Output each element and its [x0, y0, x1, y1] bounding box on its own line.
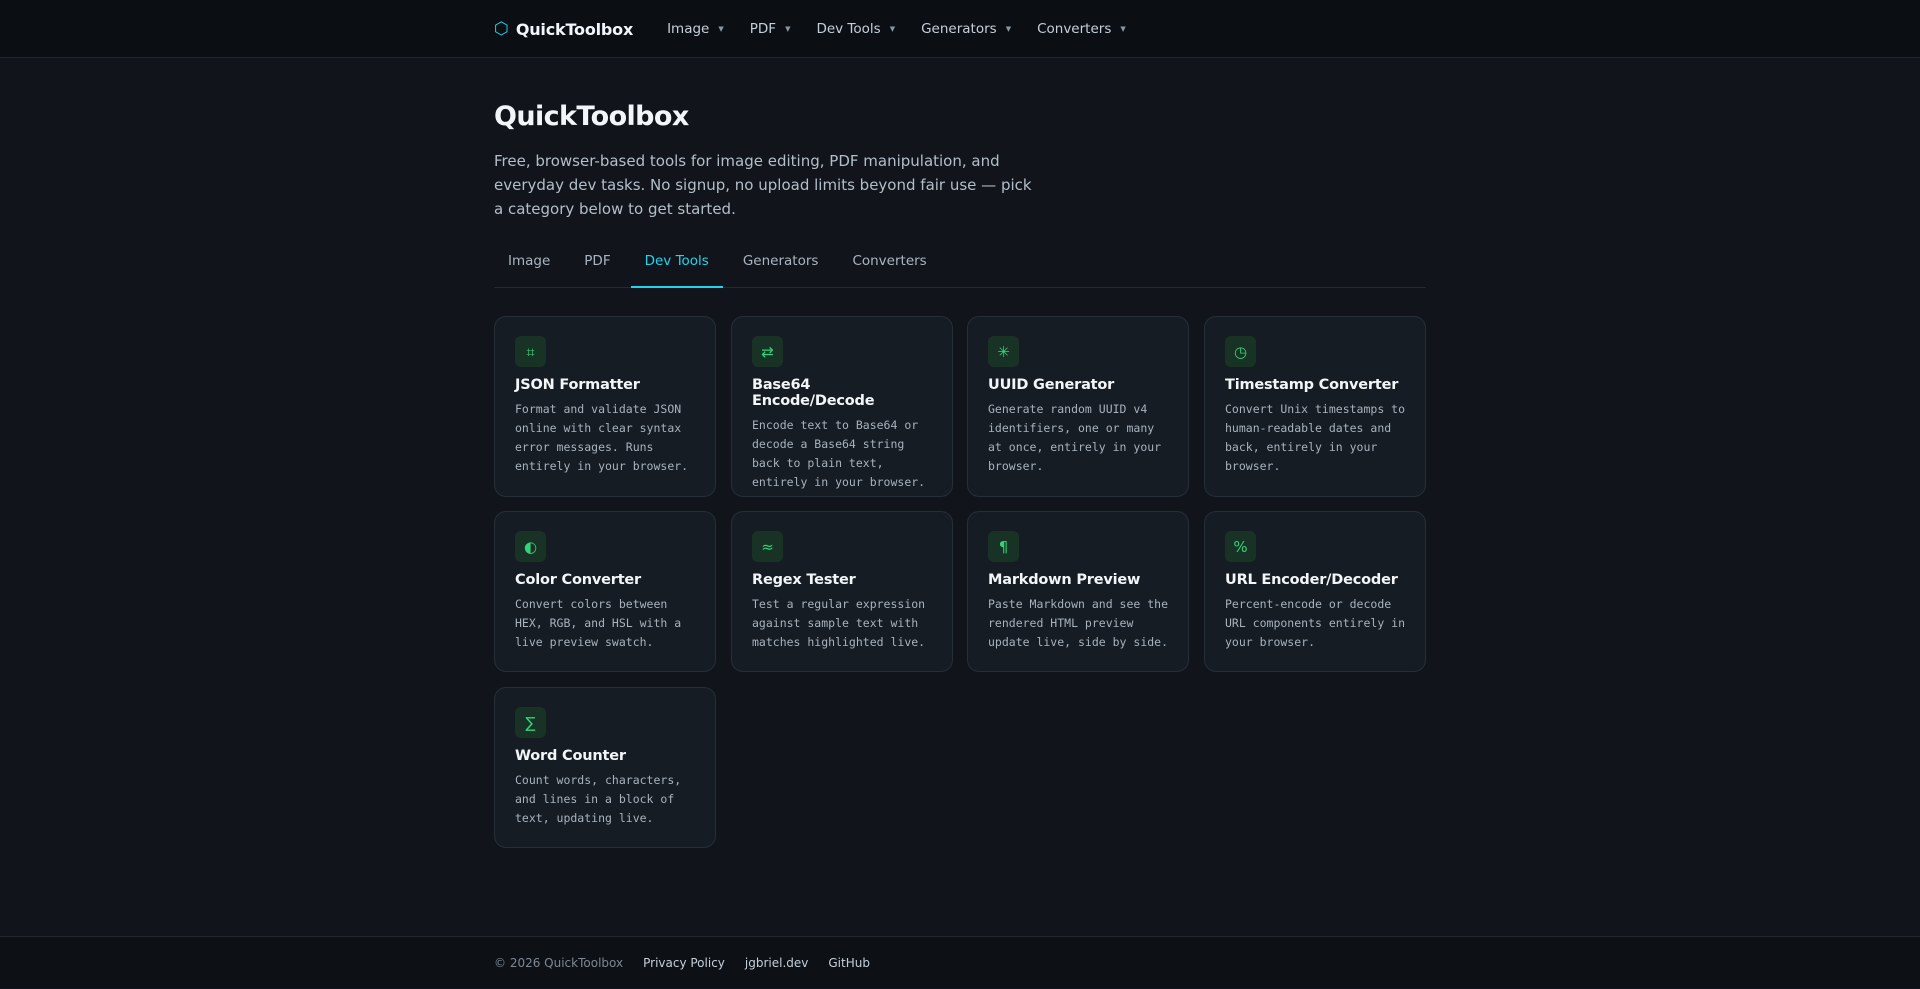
- tool-card-url-encoder[interactable]: % URL Encoder/Decoder Percent-encode or …: [1204, 511, 1426, 672]
- tool-title: Color Converter: [515, 572, 642, 588]
- tool-description: Percent-encode or decode URL components …: [1225, 597, 1406, 649]
- tool-description: Convert colors between HEX, RGB, and HSL…: [515, 597, 682, 649]
- tool-description: Paste Markdown and see the rendered HTML…: [988, 597, 1169, 649]
- nav-item-label: Dev Tools: [816, 21, 881, 37]
- hexagon-icon: ⬡: [494, 18, 509, 39]
- caret-down-icon: ▼: [785, 25, 791, 33]
- navbar-inner: ⬡ QuickToolbox Image ▼ PDF ▼ Dev Tools ▼…: [494, 0, 1152, 58]
- nav-item-pdf[interactable]: PDF ▼: [750, 21, 791, 37]
- tool-card-word-counter[interactable]: ∑ Word Counter Count words, characters, …: [494, 687, 716, 848]
- footer-link-github[interactable]: GitHub: [828, 956, 870, 970]
- swap-arrows-icon: ⇄: [752, 336, 783, 367]
- footer: © 2026 QuickToolbox Privacy Policy jgbri…: [0, 936, 1920, 988]
- tool-title: Word Counter: [515, 748, 626, 764]
- nav-item-image[interactable]: Image ▼: [667, 21, 724, 37]
- tool-description: Format and validate JSON online with cle…: [515, 402, 689, 473]
- nav-item-label: Image: [667, 21, 710, 37]
- caret-down-icon: ▼: [718, 25, 724, 33]
- tool-card-color-converter[interactable]: ◐ Color Converter Convert colors between…: [494, 511, 716, 672]
- sigma-icon: ∑: [515, 707, 546, 738]
- tool-title: JSON Formatter: [515, 377, 640, 393]
- footer-copyright: © 2026 QuickToolbox: [494, 956, 624, 970]
- nav-item-label: Generators: [921, 21, 997, 37]
- tab-converters[interactable]: Converters: [838, 244, 940, 288]
- tool-title: URL Encoder/Decoder: [1225, 572, 1398, 588]
- tool-description: Test a regular expression against sample…: [752, 597, 926, 649]
- approx-icon: ≈: [752, 531, 783, 562]
- clock-icon: ◷: [1225, 336, 1256, 367]
- caret-down-icon: ▼: [1120, 25, 1126, 33]
- page-description: Free, browser-based tools for image edit…: [494, 152, 1032, 218]
- footer-link-website[interactable]: jgbriel.dev: [745, 956, 808, 970]
- tab-image[interactable]: Image: [494, 244, 564, 288]
- tab-generators[interactable]: Generators: [729, 244, 833, 288]
- half-circle-icon: ◐: [515, 531, 546, 562]
- tool-description: Convert Unix timestamps to human-readabl…: [1225, 402, 1406, 473]
- pilcrow-icon: ¶: [988, 531, 1019, 562]
- tool-card-base64[interactable]: ⇄ Base64 Encode/Decode Encode text to Ba…: [731, 316, 953, 497]
- caret-down-icon: ▼: [889, 25, 896, 33]
- category-tabs: Image PDF Dev Tools Generators Converter…: [494, 244, 1426, 288]
- brand-name: QuickToolbox: [515, 19, 634, 39]
- tool-title: Timestamp Converter: [1225, 377, 1399, 393]
- tool-title: Markdown Preview: [988, 572, 1141, 588]
- tool-title: UUID Generator: [988, 377, 1115, 393]
- asterisk-icon: ✳: [988, 336, 1019, 367]
- tool-title: Base64 Encode/Decode: [752, 377, 875, 409]
- percent-icon: %: [1225, 531, 1256, 562]
- footer-link-privacy[interactable]: Privacy Policy: [643, 956, 725, 970]
- tool-description: Encode text to Base64 or decode a Base64…: [752, 418, 926, 489]
- tool-card-timestamp-converter[interactable]: ◷ Timestamp Converter Convert Unix times…: [1204, 316, 1426, 497]
- tool-description: Generate random UUID v4 identifiers, one…: [988, 402, 1162, 473]
- tool-title: Regex Tester: [752, 572, 856, 588]
- footer-inner: © 2026 QuickToolbox Privacy Policy jgbri…: [494, 937, 890, 989]
- tab-dev-tools[interactable]: Dev Tools: [630, 244, 723, 288]
- nav-item-converters[interactable]: Converters ▼: [1037, 21, 1126, 37]
- nav-item-label: PDF: [749, 21, 777, 37]
- tool-description: Count words, characters, and lines in a …: [515, 773, 682, 825]
- tool-card-uuid-generator[interactable]: ✳ UUID Generator Generate random UUID v4…: [967, 316, 1189, 497]
- tool-card-json-formatter[interactable]: ⌗ JSON Formatter Format and validate JSO…: [494, 316, 716, 497]
- nav-item-generators[interactable]: Generators ▼: [921, 21, 1011, 37]
- crop-icon: ⌗: [515, 336, 546, 367]
- top-navbar: ⬡ QuickToolbox Image ▼ PDF ▼ Dev Tools ▼…: [0, 0, 1920, 58]
- page-title: QuickToolbox: [494, 101, 689, 132]
- tool-card-regex-tester[interactable]: ≈ Regex Tester Test a regular expression…: [731, 511, 953, 672]
- tool-card-markdown-preview[interactable]: ¶ Markdown Preview Paste Markdown and se…: [967, 511, 1189, 672]
- brand-logo[interactable]: ⬡ QuickToolbox: [494, 20, 633, 39]
- nav-item-label: Converters: [1037, 21, 1112, 37]
- caret-down-icon: ▼: [1005, 25, 1012, 33]
- tab-pdf[interactable]: PDF: [570, 244, 624, 288]
- nav-item-dev-tools[interactable]: Dev Tools ▼: [816, 21, 895, 37]
